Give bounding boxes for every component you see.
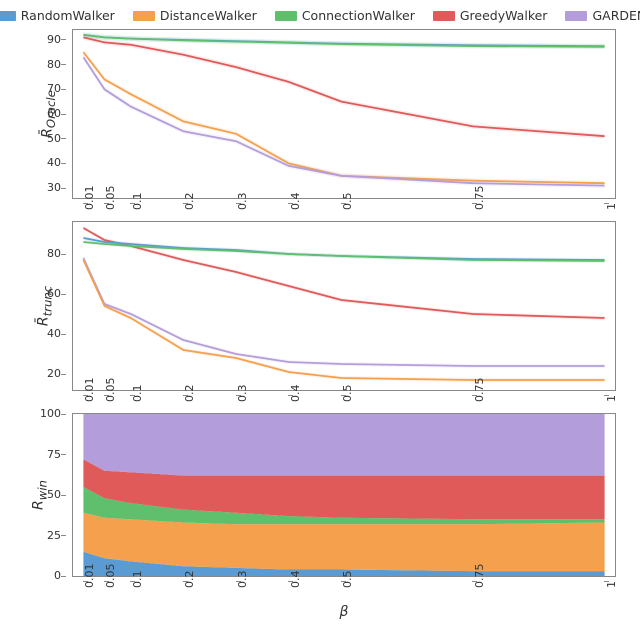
legend-label: ConnectionWalker [302, 8, 415, 23]
legend-label: GARDEN [592, 8, 640, 23]
swatch-icon [275, 11, 297, 21]
legend: RandomWalker DistanceWalker ConnectionWa… [10, 6, 630, 29]
legend-label: DistanceWalker [160, 8, 257, 23]
series-line [83, 52, 604, 183]
plot-trunc [73, 222, 615, 390]
swatch-icon [0, 11, 16, 21]
stacked-layer [83, 414, 604, 476]
legend-item-distance: DistanceWalker [133, 8, 257, 23]
chart-oracle: R̄Oracle β 304050607080900.010.050.10.20… [72, 29, 616, 199]
legend-item-random: RandomWalker [0, 8, 115, 23]
legend-item-connection: ConnectionWalker [275, 8, 415, 23]
swatch-icon [433, 11, 455, 21]
legend-item-garden: GARDEN [565, 8, 640, 23]
chart-trunc: R̄trunc β 204060800.010.050.10.20.30.40.… [72, 221, 616, 391]
legend-item-greedy: GreedyWalker [433, 8, 548, 23]
series-line [83, 228, 604, 318]
xlabel-win: β [340, 604, 349, 620]
legend-label: RandomWalker [21, 8, 115, 23]
chart-win: Rwin β 02550751000.010.050.10.20.30.40.5… [72, 413, 616, 577]
plot-win [73, 414, 615, 576]
figure: RandomWalker DistanceWalker ConnectionWa… [0, 0, 640, 632]
swatch-icon [133, 11, 155, 21]
legend-label: GreedyWalker [460, 8, 548, 23]
swatch-icon [565, 11, 587, 21]
series-line [83, 258, 604, 366]
series-line [83, 260, 604, 380]
series-line [83, 57, 604, 185]
plot-oracle [73, 30, 615, 198]
